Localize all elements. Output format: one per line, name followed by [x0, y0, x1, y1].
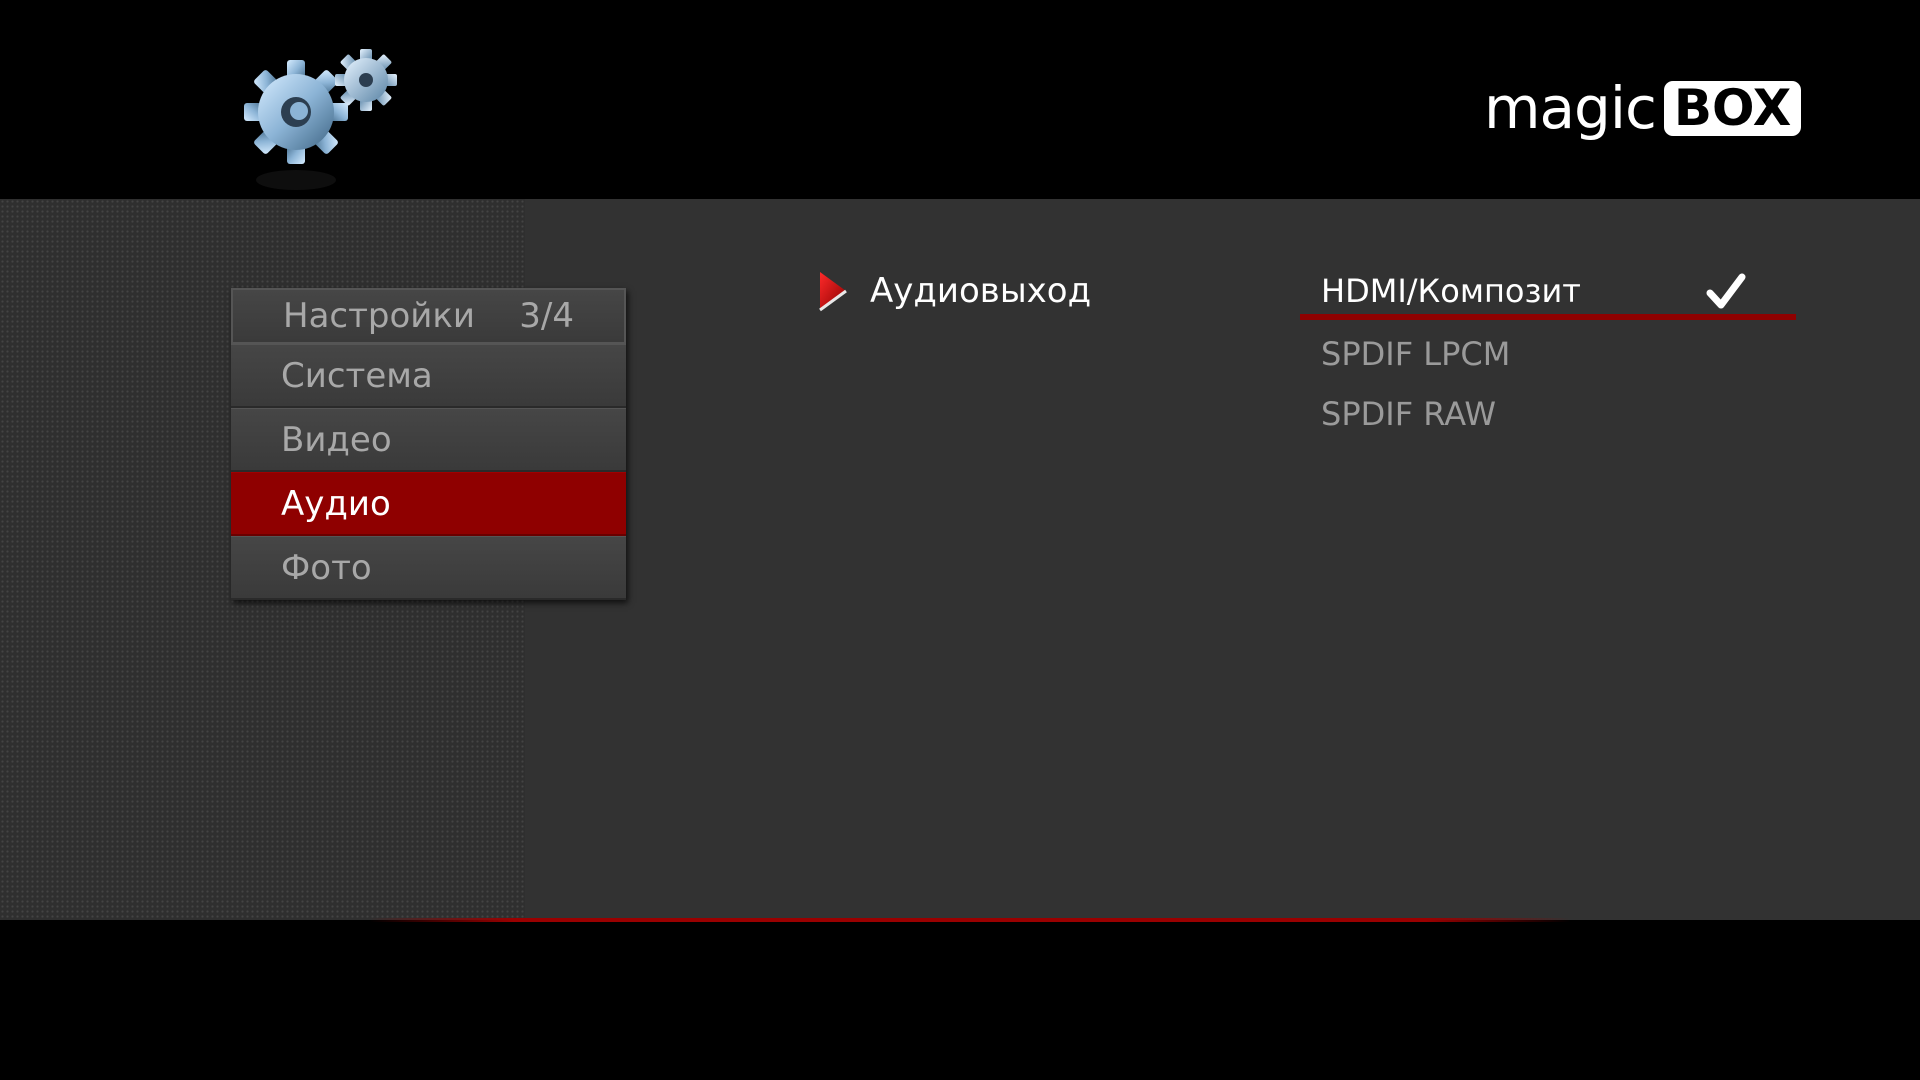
menu-item-label: Аудио — [281, 483, 391, 524]
logo-magic-text: magic — [1484, 74, 1657, 142]
bottom-accent-line — [370, 918, 1570, 922]
gears-icon — [244, 49, 397, 190]
menu-item-label: Видео — [281, 419, 392, 460]
checkmark-icon — [1706, 273, 1746, 309]
top-bar: magic BOX — [0, 0, 1920, 199]
menu-item-system[interactable]: Система — [231, 344, 626, 408]
audio-output-parameter[interactable]: Аудиовыход — [818, 268, 1091, 314]
menu-title: Настройки — [283, 296, 476, 336]
settings-menu: Настройки 3/4 Система Видео Аудио Фото — [231, 288, 626, 600]
menu-item-video[interactable]: Видео — [231, 408, 626, 472]
menu-item-label: Система — [281, 355, 433, 396]
audio-output-options: HDMI/Композит SPDIF LPCM SPDIF RAW — [1300, 268, 1796, 444]
logo-box-text: BOX — [1663, 80, 1802, 136]
menu-item-photo[interactable]: Фото — [231, 536, 626, 600]
play-arrow-icon — [819, 272, 847, 312]
menu-item-audio[interactable]: Аудио — [231, 472, 626, 536]
option-spdif-lpcm[interactable]: SPDIF LPCM — [1300, 324, 1796, 384]
option-label: HDMI/Композит — [1321, 272, 1581, 310]
magicbox-logo: magic BOX — [1484, 74, 1802, 142]
option-label: SPDIF LPCM — [1321, 335, 1511, 373]
option-hdmi-composite[interactable]: HDMI/Композит — [1300, 268, 1796, 320]
parameter-label: Аудиовыход — [870, 271, 1092, 311]
menu-item-label: Фото — [281, 547, 372, 588]
menu-header: Настройки 3/4 — [231, 288, 626, 344]
option-label: SPDIF RAW — [1321, 395, 1496, 433]
menu-page-indicator: 3/4 — [519, 296, 574, 336]
option-spdif-raw[interactable]: SPDIF RAW — [1300, 384, 1796, 444]
